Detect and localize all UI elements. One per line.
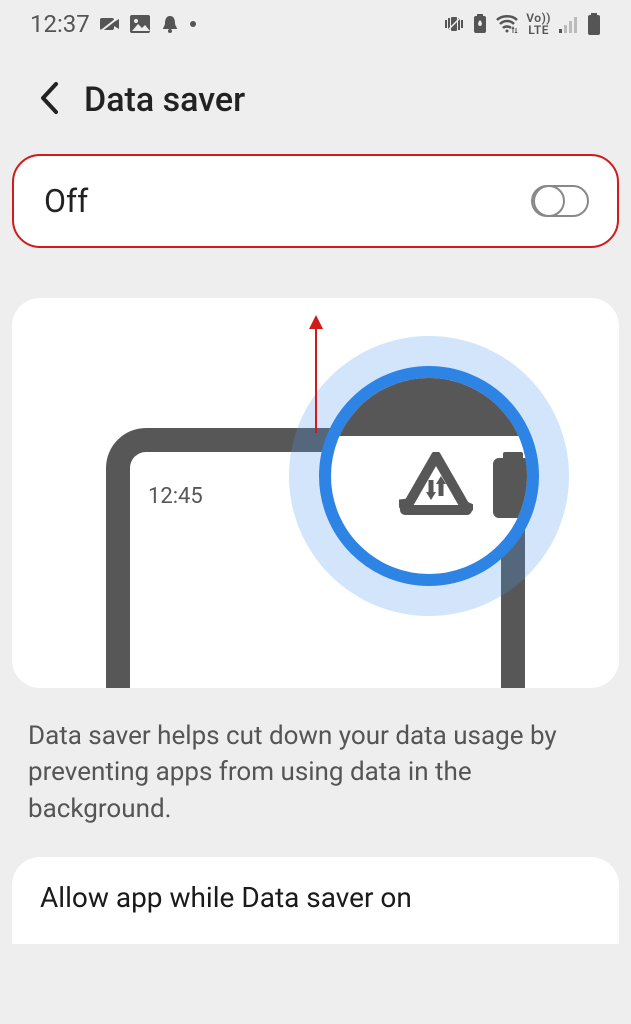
back-button[interactable] [38, 81, 60, 119]
magnified-phone-edge [331, 378, 527, 436]
battery-statusbar-icon [489, 452, 537, 522]
allow-app-row[interactable]: Allow app while Data saver on [12, 857, 619, 944]
annotation-arrow [306, 315, 326, 439]
notification-bell-icon [160, 14, 180, 34]
illustration-phone-time: 12:45 [148, 484, 203, 509]
camera-off-icon [100, 16, 120, 32]
image-icon [130, 15, 150, 33]
network-type-indicator: Vo)) LTE [526, 12, 551, 36]
battery-icon [587, 13, 601, 35]
toggle-state-label: Off [44, 182, 88, 220]
description-text: Data saver helps cut down your data usag… [0, 688, 631, 857]
status-time: 12:37 [30, 10, 90, 38]
data-saver-toggle-card: Off [12, 154, 619, 248]
magnifier-lens [319, 366, 539, 586]
magnifier-glow [289, 336, 569, 616]
data-saver-switch[interactable] [531, 185, 589, 217]
data-saver-toggle-row[interactable]: Off [14, 156, 617, 246]
status-bar: 12:37 Vo)) LTE [0, 0, 631, 44]
wifi-icon [496, 15, 518, 33]
page-title: Data saver [84, 80, 245, 120]
vibrate-icon [444, 14, 464, 34]
page-header: Data saver [0, 44, 631, 148]
more-notifications-dot [190, 21, 196, 27]
switch-knob [533, 185, 565, 217]
allow-app-label: Allow app while Data saver on [40, 881, 591, 914]
data-saver-statusbar-icon [399, 452, 473, 522]
signal-icon [559, 15, 579, 33]
power-saving-icon [472, 14, 488, 34]
